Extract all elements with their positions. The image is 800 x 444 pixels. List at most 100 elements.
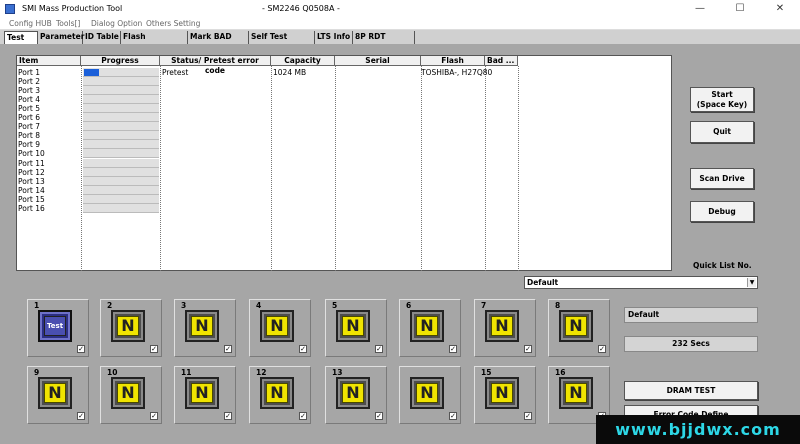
start-button[interactable]: Start (Space Key) bbox=[690, 87, 754, 112]
slot-checkbox[interactable]: ✓ bbox=[375, 412, 383, 420]
slot-checkbox[interactable]: ✓ bbox=[598, 345, 606, 353]
port-slot[interactable]: 11 N ✓ bbox=[174, 366, 236, 424]
port-slot[interactable]: 4 N ✓ bbox=[249, 299, 311, 357]
tab-8p-rdt-result[interactable]: 8P RDT Result bbox=[353, 31, 415, 53]
tab-self-test-result[interactable]: Self Test Result bbox=[249, 31, 315, 53]
port-slot[interactable]: 15 N ✓ bbox=[474, 366, 536, 424]
slot-checkbox[interactable]: ✓ bbox=[299, 345, 307, 353]
tab-parameter[interactable]: Parameter bbox=[38, 31, 84, 44]
menu-tools[interactable]: Tools[] bbox=[56, 18, 80, 29]
slot-checkbox[interactable]: ✓ bbox=[524, 412, 532, 420]
monitor-screen-label: N bbox=[416, 316, 438, 336]
port-slot[interactable]: 3 N ✓ bbox=[174, 299, 236, 357]
port-row-label: Port 9 bbox=[18, 140, 41, 150]
progress-cell bbox=[83, 131, 159, 141]
scan-drive-button[interactable]: Scan Drive bbox=[690, 168, 754, 189]
slot-checkbox[interactable]: ✓ bbox=[224, 412, 232, 420]
port-row-label: Port 3 bbox=[18, 86, 41, 96]
col-divider bbox=[81, 66, 82, 271]
col-divider bbox=[160, 66, 161, 271]
port-row-label: Port 5 bbox=[18, 104, 41, 114]
col-status: Status/ Pretest error code bbox=[160, 56, 271, 75]
port-slot[interactable]: 1 Test ✓ bbox=[27, 299, 89, 357]
tab-lts-info[interactable]: LTS Info bbox=[315, 31, 353, 44]
monitor-screen-label: N bbox=[266, 383, 288, 403]
tab-mark-bad-info[interactable]: Mark BAD Info bbox=[188, 31, 249, 53]
port-slot[interactable]: 9 N ✓ bbox=[27, 366, 89, 424]
progress-cell bbox=[83, 68, 159, 77]
tab-flash-diagnosis[interactable]: Flash Diagnosis bbox=[121, 31, 188, 53]
port-slot[interactable]: 13 N ✓ bbox=[325, 366, 387, 424]
slot-checkbox[interactable]: ✓ bbox=[449, 345, 457, 353]
monitor-screen-label: N bbox=[191, 383, 213, 403]
slot-checkbox[interactable]: ✓ bbox=[375, 345, 383, 353]
n-monitor-icon: N bbox=[485, 310, 519, 342]
status-cell: Pretest bbox=[162, 68, 189, 77]
status-default-box: Default bbox=[624, 307, 758, 323]
port-slot[interactable]: 10 N ✓ bbox=[100, 366, 162, 424]
close-button[interactable]: ✕ bbox=[760, 0, 800, 18]
minimize-button[interactable]: — bbox=[680, 0, 720, 18]
window-title: - SM2246 Q0508A - bbox=[262, 4, 340, 13]
col-divider bbox=[485, 66, 486, 271]
n-monitor-icon: N bbox=[336, 310, 370, 342]
port-slot[interactable]: 6 N ✓ bbox=[399, 299, 461, 357]
slot-number: 12 bbox=[256, 368, 267, 377]
menu-bar: Config HUB Tools[] Dialog Option Others … bbox=[0, 18, 800, 29]
slot-checkbox[interactable]: ✓ bbox=[77, 345, 85, 353]
menu-dialog-option[interactable]: Dialog Option bbox=[91, 18, 142, 29]
monitor-screen-label: N bbox=[117, 316, 139, 336]
quick-list-select[interactable]: Default ▼ bbox=[524, 276, 758, 289]
n-monitor-icon: N bbox=[410, 310, 444, 342]
col-item: Item bbox=[17, 56, 81, 66]
title-bar: SMI Mass Production Tool - SM2246 Q0508A… bbox=[0, 0, 800, 18]
menu-config-hub[interactable]: Config HUB bbox=[9, 18, 52, 29]
slot-checkbox[interactable]: ✓ bbox=[150, 412, 158, 420]
slot-number: 6 bbox=[406, 301, 412, 310]
port-slot[interactable]: N ✓ bbox=[399, 366, 461, 424]
port-slot[interactable]: 12 N ✓ bbox=[249, 366, 311, 424]
port-row-label: Port 14 bbox=[18, 185, 45, 195]
slot-number: 16 bbox=[555, 368, 566, 377]
start-sublabel: (Space Key) bbox=[696, 99, 748, 109]
slot-number: 15 bbox=[481, 368, 492, 377]
port-slot[interactable]: 2 N ✓ bbox=[100, 299, 162, 357]
slot-checkbox[interactable]: ✓ bbox=[524, 345, 532, 353]
slot-number: 11 bbox=[181, 368, 192, 377]
monitor-screen-label: N bbox=[342, 316, 364, 336]
maximize-button[interactable]: ☐ bbox=[720, 0, 760, 18]
slot-checkbox[interactable]: ✓ bbox=[150, 345, 158, 353]
slot-number: 13 bbox=[332, 368, 343, 377]
progress-cell bbox=[83, 95, 159, 105]
progress-cell bbox=[83, 104, 159, 114]
port-row-label: Port 16 bbox=[18, 203, 45, 213]
port-slot[interactable]: 5 N ✓ bbox=[325, 299, 387, 357]
progress-cell bbox=[83, 113, 159, 123]
progress-cell bbox=[83, 140, 159, 150]
col-capacity: Capacity bbox=[271, 56, 335, 66]
menu-others-setting[interactable]: Others Setting bbox=[146, 18, 200, 29]
dram-test-button[interactable]: DRAM TEST bbox=[624, 381, 758, 400]
slot-checkbox[interactable]: ✓ bbox=[449, 412, 457, 420]
port-row-label: Port 15 bbox=[18, 194, 45, 204]
port-row-label: Port 6 bbox=[18, 113, 41, 123]
monitor-screen-label: N bbox=[342, 383, 364, 403]
col-serial: Serial bbox=[335, 56, 421, 66]
slot-checkbox[interactable]: ✓ bbox=[299, 412, 307, 420]
slot-checkbox[interactable]: ✓ bbox=[77, 412, 85, 420]
n-monitor-icon: N bbox=[336, 377, 370, 409]
slot-checkbox[interactable]: ✓ bbox=[224, 345, 232, 353]
app-title: SMI Mass Production Tool bbox=[22, 4, 123, 13]
monitor-screen-label: Test bbox=[44, 316, 66, 336]
port-slot[interactable]: 8 N ✓ bbox=[548, 299, 610, 357]
port-slot[interactable]: 7 N ✓ bbox=[474, 299, 536, 357]
quit-button[interactable]: Quit bbox=[690, 121, 754, 143]
port-table[interactable]: Item Progress Status/ Pretest error code… bbox=[16, 55, 672, 271]
tab-id-table[interactable]: ID Table bbox=[83, 31, 121, 44]
debug-button[interactable]: Debug bbox=[690, 201, 754, 222]
tab-test[interactable]: Test bbox=[4, 31, 38, 44]
monitor-screen-label: N bbox=[191, 316, 213, 336]
port-row-label: Port 12 bbox=[18, 167, 45, 177]
chevron-down-icon[interactable]: ▼ bbox=[747, 278, 756, 287]
n-monitor-icon: N bbox=[38, 377, 72, 409]
